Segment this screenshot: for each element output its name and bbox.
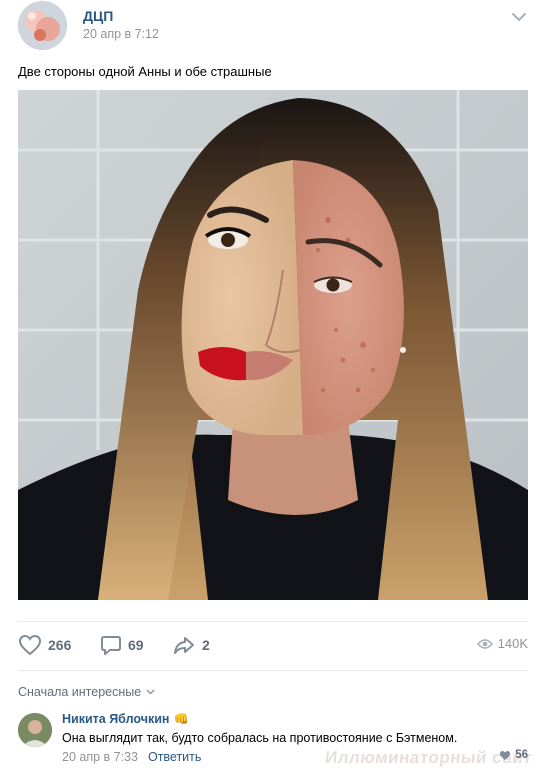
commenter-name[interactable]: Никита Яблочкин 👊 — [62, 712, 188, 726]
share-arrow-icon — [174, 637, 194, 654]
share-count: 2 — [202, 637, 210, 653]
like-button[interactable]: 266 — [18, 634, 71, 656]
fist-badge-icon: 👊 — [173, 712, 189, 726]
divider — [18, 670, 528, 671]
eye-icon — [476, 638, 493, 649]
reply-link[interactable]: Ответить — [148, 750, 201, 764]
heart-icon — [18, 634, 42, 656]
comment-button[interactable]: 69 — [100, 634, 144, 656]
post-date[interactable]: 20 апр в 7:12 — [83, 27, 159, 41]
views-counter: 140K — [476, 636, 528, 651]
commenter-avatar[interactable] — [18, 713, 52, 747]
comment-meta: 20 апр в 7:33 Ответить — [62, 750, 201, 764]
sort-label: Сначала интересные — [18, 685, 142, 699]
commenter-name-text: Никита Яблочкин — [62, 712, 170, 726]
chevron-down-icon[interactable] — [510, 10, 528, 24]
comment-like-button[interactable]: 56 — [499, 749, 528, 761]
comment-text: Она выглядит так, будто собралась на про… — [62, 731, 458, 745]
comment-date[interactable]: 20 апр в 7:33 — [62, 750, 138, 764]
heart-icon — [500, 750, 511, 760]
like-count: 266 — [48, 637, 72, 653]
post-actions: 266 69 2 140K — [0, 622, 546, 668]
post-header: ДЦП 20 апр в 7:12 — [0, 0, 546, 56]
comment-item: Никита Яблочкин 👊 Она выглядит так, будт… — [0, 708, 546, 774]
community-avatar[interactable] — [18, 1, 67, 50]
comment-count: 69 — [128, 637, 144, 653]
post-text: Две стороны одной Анны и обе страшные — [18, 64, 272, 79]
share-button[interactable]: 2 — [172, 634, 210, 656]
chevron-down-small-icon — [146, 689, 155, 695]
post-photo[interactable] — [18, 90, 528, 600]
comment-icon — [101, 636, 121, 655]
comment-like-count: 56 — [515, 749, 528, 761]
post-author[interactable]: ДЦП — [83, 8, 113, 24]
views-count: 140K — [497, 636, 528, 651]
comments-sort-dropdown[interactable]: Сначала интересные — [18, 685, 155, 699]
